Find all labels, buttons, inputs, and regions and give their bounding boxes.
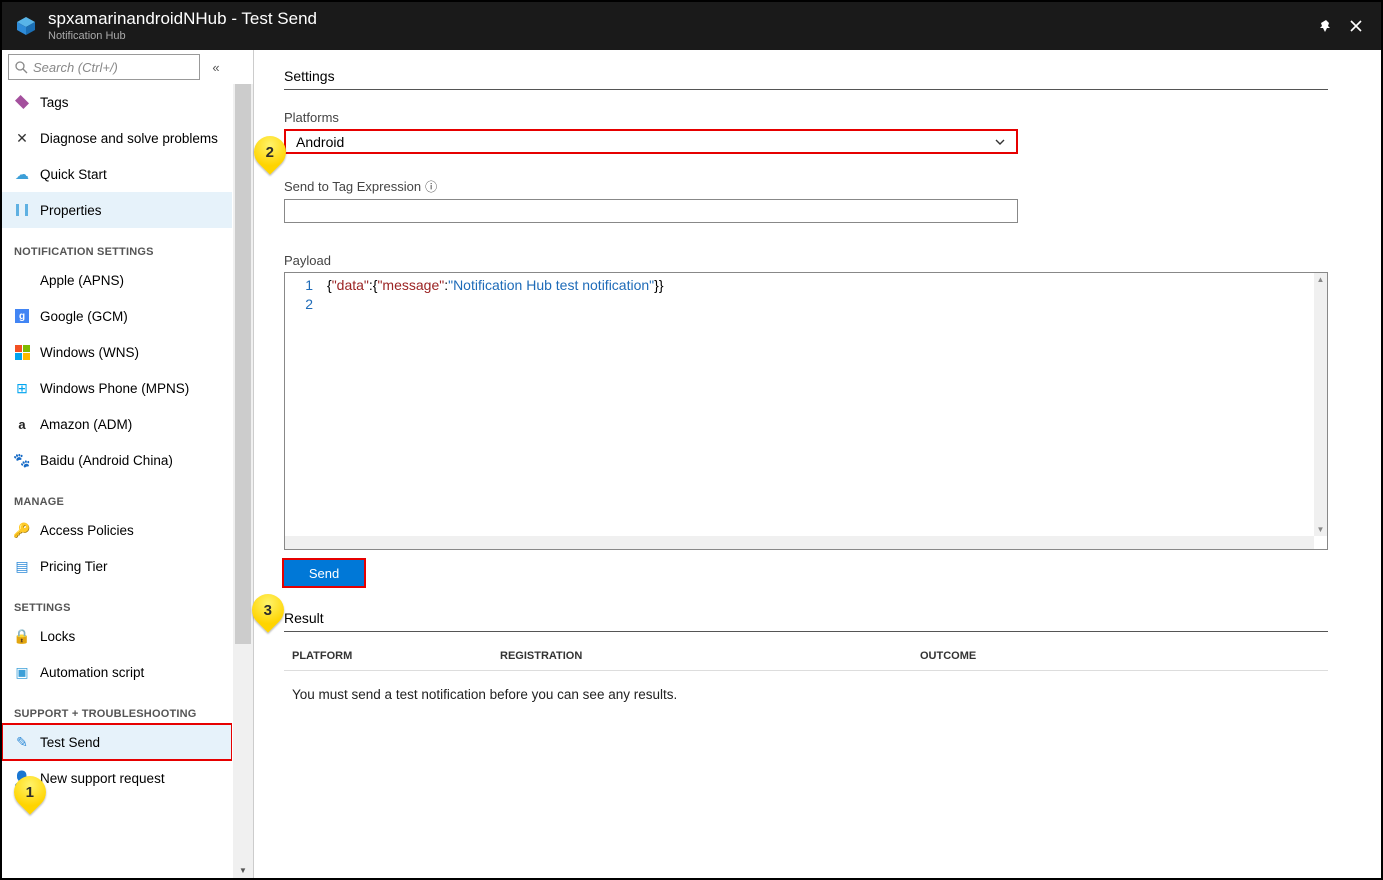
tag-expression-input[interactable] xyxy=(284,199,1018,223)
info-icon[interactable]: ⓘ xyxy=(425,178,437,195)
sidebar-item-label: Automation script xyxy=(40,665,144,680)
payload-code[interactable]: {"data":{"message":"Notification Hub tes… xyxy=(321,273,1327,549)
scroll-down-icon[interactable]: ▼ xyxy=(233,862,253,878)
amz-icon: a xyxy=(14,416,30,432)
platforms-label: Platforms xyxy=(284,110,1351,125)
sidebar-item-automation-script[interactable]: ▣ Automation script xyxy=(2,654,232,690)
col-outcome: OUTCOME xyxy=(920,650,1320,662)
send-button[interactable]: Send xyxy=(284,560,364,586)
wrench-icon: ✕ xyxy=(14,130,30,146)
sidebar-item-access-policies[interactable]: 🔑 Access Policies xyxy=(2,512,232,548)
sidebar-item-label: Baidu (Android China) xyxy=(40,453,173,468)
search-icon xyxy=(15,61,28,74)
sidebar-item-google-gcm-[interactable]: g Google (GCM) xyxy=(2,298,232,334)
auto-icon: ▣ xyxy=(14,664,30,680)
lock-icon: 🔒 xyxy=(14,628,30,644)
close-icon[interactable] xyxy=(1349,19,1363,33)
goog-icon: g xyxy=(14,308,30,324)
sidebar-section-heading: NOTIFICATION SETTINGS xyxy=(2,228,232,262)
sidebar-item-windows-wns-[interactable]: Windows (WNS) xyxy=(2,334,232,370)
blade-subtitle: Notification Hub xyxy=(48,30,1319,43)
apple-icon xyxy=(14,272,30,288)
sidebar-item-label: Access Policies xyxy=(40,523,134,538)
sidebar-item-label: Diagnose and solve problems xyxy=(40,131,218,146)
settings-heading: Settings xyxy=(284,68,1328,90)
col-registration: REGISTRATION xyxy=(500,650,920,662)
sidebar-item-label: Locks xyxy=(40,629,75,644)
winp-icon: ⊞ xyxy=(14,380,30,396)
payload-hscroll[interactable] xyxy=(285,536,1314,549)
search-input[interactable]: Search (Ctrl+/) xyxy=(8,54,200,80)
tag-expression-label: Send to Tag Expression ⓘ xyxy=(284,178,1351,195)
sidebar-item-pricing-tier[interactable]: ▤ Pricing Tier xyxy=(2,548,232,584)
col-platform: PLATFORM xyxy=(292,650,500,662)
sidebar-item-label: Windows Phone (MPNS) xyxy=(40,381,189,396)
sidebar-item-label: Amazon (ADM) xyxy=(40,417,132,432)
scroll-thumb[interactable] xyxy=(235,84,251,644)
sidebar-item-apple-apns-[interactable]: Apple (APNS) xyxy=(2,262,232,298)
blade-title: spxamarinandroidNHub - Test Send xyxy=(48,9,1319,29)
sidebar-scrollbar[interactable]: ▲ ▼ xyxy=(233,84,253,878)
sidebar-item-quick-start[interactable]: ☁ Quick Start xyxy=(2,156,232,192)
cloud-icon: ☁ xyxy=(14,166,30,182)
sidebar-item-label: Properties xyxy=(40,203,102,218)
sidebar-item-diagnose-and-solve-problems[interactable]: ✕ Diagnose and solve problems xyxy=(2,120,232,156)
sidebar-item-label: Pricing Tier xyxy=(40,559,108,574)
chevron-down-icon xyxy=(994,136,1006,148)
sidebar-item-label: Quick Start xyxy=(40,167,107,182)
blade-header: spxamarinandroidNHub - Test Send Notific… xyxy=(2,2,1381,50)
hub-icon xyxy=(12,12,40,40)
sidebar-section-heading: MANAGE xyxy=(2,478,232,512)
sidebar-item-test-send[interactable]: ✎ Test Send xyxy=(2,724,232,760)
payload-label: Payload xyxy=(284,253,1351,268)
sidebar-item-label: Apple (APNS) xyxy=(40,273,124,288)
sidebar-item-label: Tags xyxy=(40,95,69,110)
main-pane: Settings Platforms Android Send to Tag E… xyxy=(254,50,1381,878)
test-icon: ✎ xyxy=(14,734,30,750)
sidebar-item-label: Test Send xyxy=(40,735,100,750)
pin-icon[interactable] xyxy=(1319,19,1333,33)
baidu-icon: 🐾 xyxy=(14,452,30,468)
result-empty-message: You must send a test notification before… xyxy=(284,671,1328,718)
tag-icon xyxy=(14,94,30,110)
result-table: PLATFORM REGISTRATION OUTCOME You must s… xyxy=(284,650,1328,718)
sidebar-item-label: New support request xyxy=(40,771,165,786)
payload-editor[interactable]: 12 {"data":{"message":"Notification Hub … xyxy=(284,272,1328,550)
key-icon: 🔑 xyxy=(14,522,30,538)
sidebar-item-label: Windows (WNS) xyxy=(40,345,139,360)
sidebar-item-properties[interactable]: Properties xyxy=(2,192,232,228)
sidebar-item-amazon-adm-[interactable]: a Amazon (ADM) xyxy=(2,406,232,442)
line-gutter: 12 xyxy=(285,273,321,549)
win-icon xyxy=(14,344,30,360)
tier-icon: ▤ xyxy=(14,558,30,574)
sidebar-item-baidu-android-china-[interactable]: 🐾 Baidu (Android China) xyxy=(2,442,232,478)
sidebar: Search (Ctrl+/) « Tags ✕ Diagnose and solv… xyxy=(2,50,254,878)
search-placeholder: Search (Ctrl+/) xyxy=(33,60,118,75)
sidebar-item-locks[interactable]: 🔒 Locks xyxy=(2,618,232,654)
sidebar-section-heading: SETTINGS xyxy=(2,584,232,618)
sidebar-item-windows-phone-mpns-[interactable]: ⊞ Windows Phone (MPNS) xyxy=(2,370,232,406)
sidebar-section-heading: SUPPORT + TROUBLESHOOTING xyxy=(2,690,232,724)
collapse-sidebar-button[interactable]: « xyxy=(206,60,226,75)
payload-vscroll[interactable]: ▲ ▼ xyxy=(1314,273,1327,536)
prop-icon xyxy=(14,202,30,218)
sidebar-item-label: Google (GCM) xyxy=(40,309,128,324)
result-heading: Result xyxy=(284,610,1328,632)
sidebar-item-tags[interactable]: Tags xyxy=(2,84,232,120)
platform-value: Android xyxy=(296,134,344,150)
platforms-select[interactable]: Android xyxy=(284,129,1018,154)
